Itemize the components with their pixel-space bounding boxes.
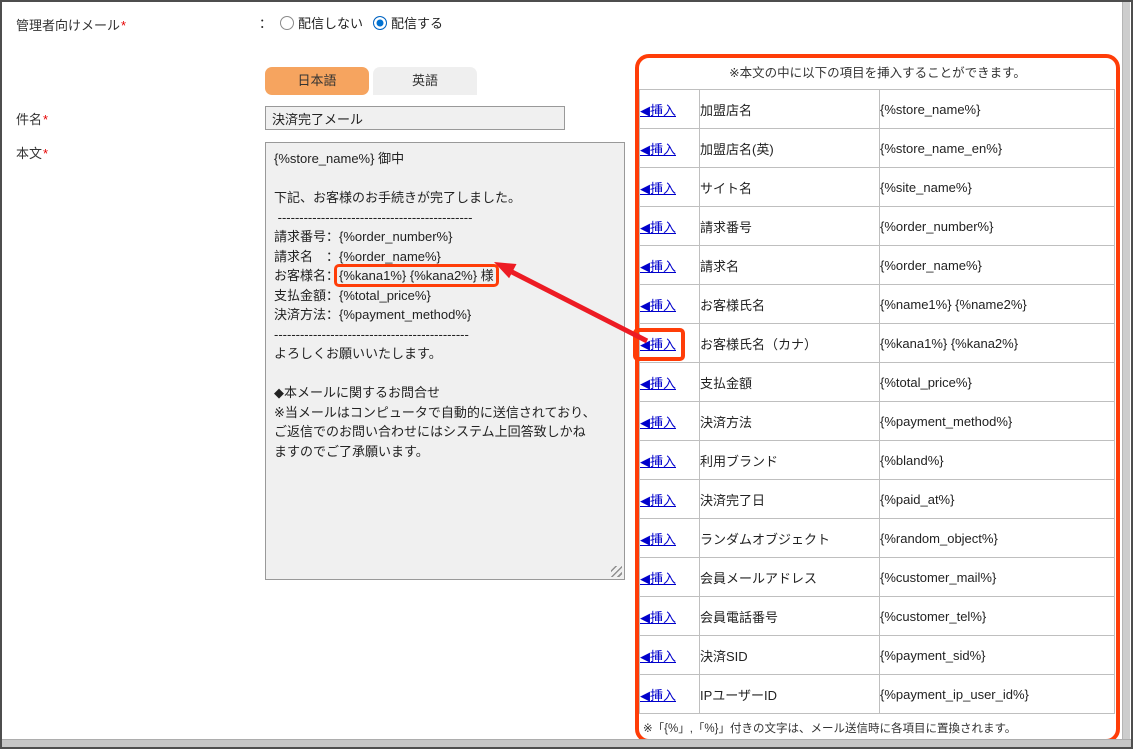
body-label: 本文* bbox=[16, 143, 48, 162]
insert-button[interactable]: ◀挿入 bbox=[640, 415, 676, 430]
table-row: ◀挿入 お客様氏名（カナ） {%kana1%} {%kana2%} bbox=[640, 324, 1115, 363]
insert-button[interactable]: ◀挿入 bbox=[640, 103, 676, 118]
insert-button[interactable]: ◀挿入 bbox=[640, 649, 676, 664]
table-row: ◀挿入 請求番号 {%order_number%} bbox=[640, 207, 1115, 246]
radio-option-label: 配信する bbox=[391, 13, 443, 32]
admin-mail-label-text: 管理者向けメール bbox=[16, 18, 120, 33]
panel-footer-note: ※「{%」,「%}」付きの文字は、メール送信時に各項目に置換されます。 bbox=[639, 714, 1116, 736]
table-row: ◀挿入 加盟店名 {%store_name%} bbox=[640, 90, 1115, 129]
language-tabs: 日本語 英語 bbox=[265, 67, 477, 95]
textarea-resize-handle[interactable] bbox=[611, 566, 622, 577]
table-row: ◀挿入 ランダムオブジェクト {%random_object%} bbox=[640, 519, 1115, 558]
field-variable-cell: {%customer_mail%} bbox=[880, 558, 1115, 597]
body-text-before: {%store_name%} 御中 下記、お客様のお手続きが完了しました。 --… bbox=[274, 151, 521, 283]
insert-button[interactable]: ◀挿入 bbox=[640, 259, 676, 274]
field-variable-cell: {%payment_method%} bbox=[880, 402, 1115, 441]
field-variable-cell: {%payment_ip_user_id%} bbox=[880, 675, 1115, 714]
table-row: ◀挿入 決済方法 {%payment_method%} bbox=[640, 402, 1115, 441]
field-variable-cell: {%paid_at%} bbox=[880, 480, 1115, 519]
insert-button[interactable]: ◀挿入 bbox=[640, 376, 676, 391]
field-name-cell: 会員電話番号 bbox=[700, 597, 880, 636]
insert-button[interactable]: ◀挿入 bbox=[640, 181, 676, 196]
insert-button[interactable]: ◀挿入 bbox=[640, 142, 676, 157]
radio-icon[interactable] bbox=[373, 16, 387, 30]
insert-button[interactable]: ◀挿入 bbox=[640, 571, 676, 586]
table-row: ◀挿入 お客様氏名 {%name1%} {%name2%} bbox=[640, 285, 1115, 324]
insert-button[interactable]: ◀挿入 bbox=[640, 454, 676, 469]
radio-icon[interactable] bbox=[280, 16, 294, 30]
table-row: ◀挿入 加盟店名(英) {%store_name_en%} bbox=[640, 129, 1115, 168]
delivery-radio-option[interactable]: 配信する bbox=[373, 13, 443, 32]
vertical-scrollbar[interactable] bbox=[1122, 2, 1130, 739]
field-variable-cell: {%payment_sid%} bbox=[880, 636, 1115, 675]
body-textarea[interactable]: {%store_name%} 御中 下記、お客様のお手続きが完了しました。 --… bbox=[265, 142, 625, 580]
insert-button[interactable]: ◀挿入 bbox=[640, 220, 676, 235]
insert-button[interactable]: ◀挿入 bbox=[640, 337, 676, 352]
field-name-cell: 請求番号 bbox=[700, 207, 880, 246]
table-row: ◀挿入 IPユーザーID {%payment_ip_user_id%} bbox=[640, 675, 1115, 714]
table-row: ◀挿入 会員電話番号 {%customer_tel%} bbox=[640, 597, 1115, 636]
insert-button[interactable]: ◀挿入 bbox=[640, 610, 676, 625]
table-row: ◀挿入 支払金額 {%total_price%} bbox=[640, 363, 1115, 402]
field-variable-cell: {%name1%} {%name2%} bbox=[880, 285, 1115, 324]
table-row: ◀挿入 決済SID {%payment_sid%} bbox=[640, 636, 1115, 675]
body-highlighted-text: {%kana1%} {%kana2%} 様 bbox=[339, 268, 494, 283]
field-name-cell: お客様氏名（カナ） bbox=[700, 324, 880, 363]
field-variable-cell: {%bland%} bbox=[880, 441, 1115, 480]
language-tab[interactable]: 英語 bbox=[373, 67, 477, 95]
panel-note: ※本文の中に以下の項目を挿入することができます。 bbox=[639, 58, 1116, 89]
table-row: ◀挿入 請求名 {%order_name%} bbox=[640, 246, 1115, 285]
field-variable-cell: {%order_name%} bbox=[880, 246, 1115, 285]
insert-items-panel: ※本文の中に以下の項目を挿入することができます。 ◀挿入 加盟店名 {%stor… bbox=[635, 54, 1120, 743]
field-name-cell: ランダムオブジェクト bbox=[700, 519, 880, 558]
field-variable-cell: {%random_object%} bbox=[880, 519, 1115, 558]
horizontal-scrollbar[interactable] bbox=[2, 739, 1131, 747]
required-asterisk: * bbox=[121, 18, 126, 33]
field-name-cell: 請求名 bbox=[700, 246, 880, 285]
table-row: ◀挿入 利用ブランド {%bland%} bbox=[640, 441, 1115, 480]
field-variable-cell: {%store_name_en%} bbox=[880, 129, 1115, 168]
subject-input[interactable] bbox=[265, 106, 565, 130]
field-name-cell: 会員メールアドレス bbox=[700, 558, 880, 597]
table-row: ◀挿入 決済完了日 {%paid_at%} bbox=[640, 480, 1115, 519]
body-text-after: 支払金額：{%total_price%} 決済方法：{%payment_meth… bbox=[274, 288, 596, 459]
table-row: ◀挿入 サイト名 {%site_name%} bbox=[640, 168, 1115, 207]
field-name-cell: 利用ブランド bbox=[700, 441, 880, 480]
insert-items-table: ◀挿入 加盟店名 {%store_name%} ◀挿入 加盟店名(英) {%st… bbox=[639, 89, 1115, 714]
screen-frame: 管理者向けメール* ： 配信しない 配信する 日本語 英語 bbox=[0, 0, 1133, 749]
insert-button[interactable]: ◀挿入 bbox=[640, 298, 676, 313]
field-name-cell: IPユーザーID bbox=[700, 675, 880, 714]
delivery-radio-group: ： 配信しない 配信する bbox=[259, 13, 443, 32]
field-name-cell: 決済SID bbox=[700, 636, 880, 675]
subject-label-text: 件名 bbox=[16, 112, 42, 127]
field-name-cell: 支払金額 bbox=[700, 363, 880, 402]
subject-label: 件名* bbox=[16, 109, 48, 128]
field-name-cell: お客様氏名 bbox=[700, 285, 880, 324]
field-variable-cell: {%customer_tel%} bbox=[880, 597, 1115, 636]
required-asterisk: * bbox=[43, 112, 48, 127]
insert-button[interactable]: ◀挿入 bbox=[640, 688, 676, 703]
language-tab[interactable]: 日本語 bbox=[265, 67, 369, 95]
field-variable-cell: {%store_name%} bbox=[880, 90, 1115, 129]
field-name-cell: 決済完了日 bbox=[700, 480, 880, 519]
field-variable-cell: {%kana1%} {%kana2%} bbox=[880, 324, 1115, 363]
body-label-text: 本文 bbox=[16, 146, 42, 161]
label-colon: ： bbox=[259, 13, 272, 32]
body-highlight-annotation: {%kana1%} {%kana2%} 様 bbox=[339, 268, 494, 283]
required-asterisk: * bbox=[43, 146, 48, 161]
admin-mail-label: 管理者向けメール* bbox=[16, 15, 126, 34]
field-name-cell: 決済方法 bbox=[700, 402, 880, 441]
field-name-cell: 加盟店名 bbox=[700, 90, 880, 129]
field-name-cell: 加盟店名(英) bbox=[700, 129, 880, 168]
insert-button[interactable]: ◀挿入 bbox=[640, 532, 676, 547]
field-variable-cell: {%order_number%} bbox=[880, 207, 1115, 246]
field-variable-cell: {%total_price%} bbox=[880, 363, 1115, 402]
field-name-cell: サイト名 bbox=[700, 168, 880, 207]
table-row: ◀挿入 会員メールアドレス {%customer_mail%} bbox=[640, 558, 1115, 597]
insert-button[interactable]: ◀挿入 bbox=[640, 493, 676, 508]
field-variable-cell: {%site_name%} bbox=[880, 168, 1115, 207]
radio-option-label: 配信しない bbox=[298, 13, 363, 32]
delivery-radio-option[interactable]: 配信しない bbox=[280, 13, 363, 32]
